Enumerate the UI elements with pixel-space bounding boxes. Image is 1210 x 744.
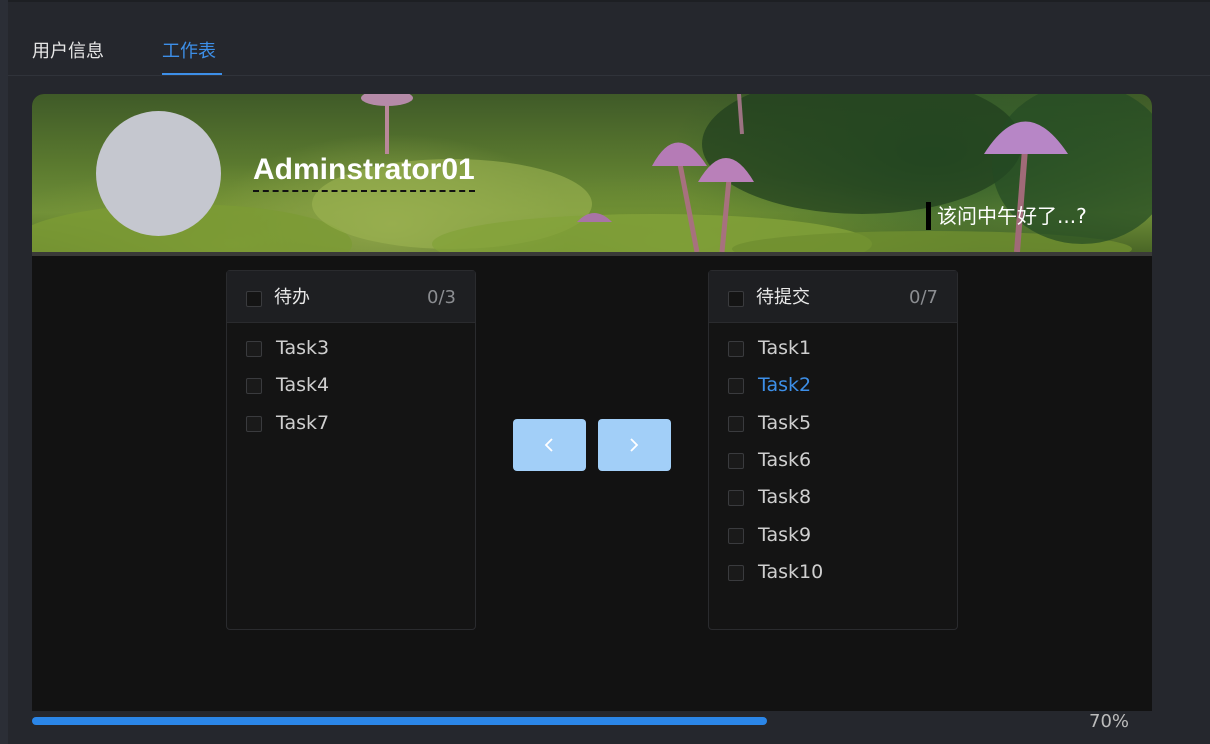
chevron-right-icon [630,438,639,452]
tab-worksheet[interactable]: 工作表 [162,38,216,66]
panel-count: 0/7 [909,287,938,308]
item-checkbox[interactable] [728,528,744,544]
left-edge [0,0,8,744]
item-label: Task9 [758,524,812,546]
item-label: Task5 [758,412,812,434]
progress-percent: 70% [1089,711,1130,732]
item-checkbox[interactable] [246,341,262,357]
panel-title: 待办 [274,287,310,308]
item-label: Task4 [276,374,330,396]
list-item[interactable]: Task1 [709,332,957,364]
list-item[interactable]: Task9 [709,519,957,551]
list-item[interactable]: Task8 [709,481,957,513]
item-checkbox[interactable] [246,378,262,394]
item-label: Task7 [276,412,330,434]
tab-user-info[interactable]: 用户信息 [32,38,104,66]
item-checkbox[interactable] [728,378,744,394]
select-all-checkbox[interactable] [728,291,744,307]
item-checkbox[interactable] [246,416,262,432]
item-checkbox[interactable] [728,416,744,432]
item-checkbox[interactable] [728,341,744,357]
item-label: Task6 [758,449,812,471]
profile-banner: Adminstrator01 该问中午好了...? [32,94,1152,252]
panel-header: 待提交 0/7 [709,271,957,323]
list-item[interactable]: Task2 [709,369,957,401]
greeting-text: 该问中午好了...? [926,202,1087,230]
item-label: Task3 [276,337,330,359]
item-checkbox[interactable] [728,490,744,506]
item-checkbox[interactable] [728,565,744,581]
list-item[interactable]: Task5 [709,407,957,439]
list-item[interactable]: Task4 [227,369,475,401]
tab-bar: 用户信息 工作表 [8,2,1210,76]
worksheet-card: Adminstrator01 该问中午好了...? 待办 0/3 Task3 T… [32,94,1152,711]
panel-header: 待办 0/3 [227,271,475,323]
move-to-left-button[interactable] [513,419,586,471]
list-item[interactable]: Task7 [227,407,475,439]
avatar[interactable] [96,111,221,236]
panel-count: 0/3 [427,287,456,308]
chevron-left-icon [544,438,553,452]
item-label: Task10 [758,561,824,583]
item-checkbox[interactable] [728,453,744,469]
move-to-right-button[interactable] [598,419,671,471]
progress-bar [32,717,767,725]
item-label: Task1 [758,337,812,359]
active-tab-indicator [162,73,222,75]
list-item[interactable]: Task3 [227,332,475,364]
username: Adminstrator01 [253,150,475,192]
transfer-panel-todo: 待办 0/3 Task3 Task4 Task7 [226,270,476,630]
panel-title: 待提交 [756,287,810,308]
item-label: Task2 [758,374,812,396]
list-item[interactable]: Task6 [709,444,957,476]
list-item[interactable]: Task10 [709,556,957,588]
banner-divider [32,252,1152,256]
item-label: Task8 [758,486,812,508]
transfer-panel-pending-submit: 待提交 0/7 Task1 Task2 Task5 Task6 Task8 Ta… [708,270,958,630]
select-all-checkbox[interactable] [246,291,262,307]
